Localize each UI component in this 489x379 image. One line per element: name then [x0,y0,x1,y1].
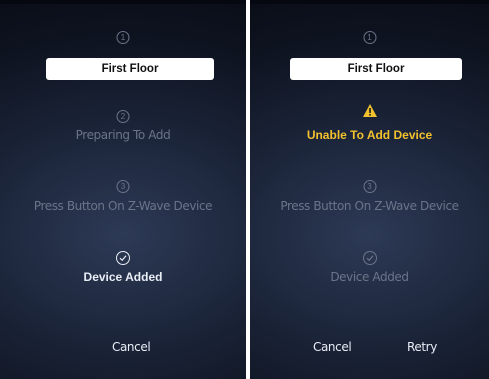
check-circle-icon [116,251,130,265]
step-3-number: 3 [116,180,130,193]
add-device-panel-error: 1 First Floor Unable To Add Device 3 Pre… [250,0,489,379]
floor-selector[interactable]: First Floor [46,58,214,80]
step-2-error-label: Unable To Add Device [306,128,433,142]
floor-selector[interactable]: First Floor [290,58,462,80]
step-4-label: Device Added [330,270,409,284]
warning-triangle-icon [362,104,377,117]
cancel-button[interactable]: Cancel [313,340,352,354]
step-2-number: 2 [116,110,130,123]
cancel-button[interactable]: Cancel [112,340,151,354]
step-3-number: 3 [363,180,376,193]
step-1-number: 1 [363,31,376,44]
step-2-label: Preparing To Add [75,128,171,142]
add-device-panel-success: 1 First Floor 2 Preparing To Add 3 Press… [0,0,246,379]
step-3-label: Press Button On Z-Wave Device [280,199,459,213]
step-1-number: 1 [116,31,130,44]
step-4-label: Device Added [83,270,163,284]
step-3-label: Press Button On Z-Wave Device [33,199,213,213]
retry-button[interactable]: Retry [407,340,437,354]
check-circle-icon [362,251,377,265]
